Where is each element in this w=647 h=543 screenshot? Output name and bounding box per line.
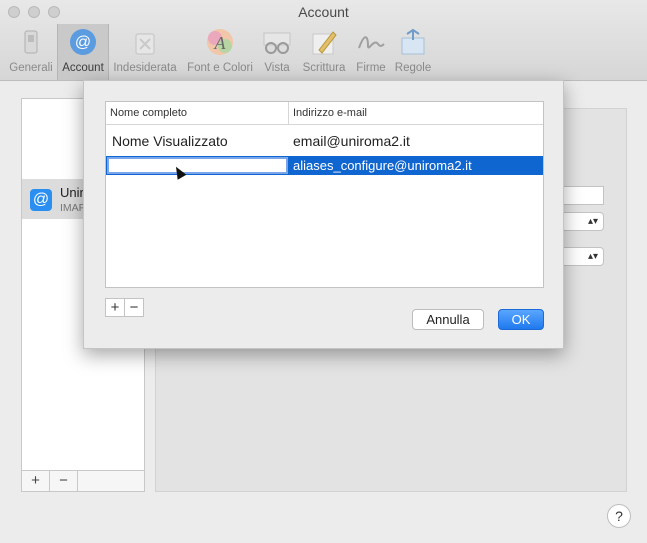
toolbar-item-font-colori[interactable]: A Font e Colori	[184, 24, 256, 80]
add-alias-button[interactable]: +	[105, 298, 125, 317]
svg-text:@: @	[75, 34, 91, 51]
ok-button[interactable]: OK	[498, 309, 544, 330]
cancel-button[interactable]: Annulla	[412, 309, 484, 330]
details-popup-2[interactable]: ▴▾	[560, 247, 604, 266]
toolbar-item-indesiderata[interactable]: Indesiderata	[112, 24, 178, 80]
toolbar-item-vista[interactable]: Vista	[260, 24, 294, 80]
toolbar-item-account[interactable]: @ Account	[57, 24, 109, 80]
at-icon: @	[68, 28, 98, 56]
junk-icon	[130, 28, 160, 56]
help-button[interactable]: ?	[607, 504, 631, 528]
cell-email: email@uniroma2.it	[293, 133, 410, 149]
aliases-table[interactable]: Nome completo Indirizzo e-mail Nome Visu…	[105, 101, 544, 288]
remove-account-button[interactable]: −	[50, 471, 78, 491]
alias-buttons: + −	[105, 298, 145, 317]
at-icon: @	[30, 189, 52, 211]
account-list-buttons: + −	[22, 470, 144, 491]
font-color-icon: A	[205, 28, 235, 56]
svg-text:A: A	[214, 33, 227, 53]
column-header-name[interactable]: Nome completo	[106, 102, 288, 124]
cell-email: aliases_configure@uniroma2.it	[293, 158, 472, 173]
toolbar-item-scrittura[interactable]: Scrittura	[300, 24, 348, 80]
toolbar-item-generali[interactable]: Generali	[8, 24, 54, 80]
account-name: Unir	[60, 185, 84, 200]
table-row-selected[interactable]: aliases_configure@uniroma2.it	[106, 156, 543, 175]
pencil-icon	[309, 28, 339, 56]
switch-icon	[16, 28, 46, 56]
details-popup[interactable]: ▴▾	[560, 212, 604, 231]
table-row[interactable]: Nome Visualizzato email@uniroma2.it	[106, 130, 543, 152]
rules-icon	[398, 28, 428, 56]
column-header-email[interactable]: Indirizzo e-mail	[288, 102, 543, 124]
remove-alias-button[interactable]: −	[124, 298, 144, 317]
table-header: Nome completo Indirizzo e-mail	[106, 102, 543, 125]
cell-name: Nome Visualizzato	[112, 133, 228, 149]
details-field[interactable]	[560, 186, 604, 205]
toolbar: Account Generali @ Account Indesiderata …	[0, 0, 647, 81]
signature-icon	[356, 28, 386, 56]
glasses-icon	[262, 28, 292, 56]
window-title: Account	[298, 4, 349, 20]
toolbar-item-regole[interactable]: Regole	[393, 24, 433, 80]
add-account-button[interactable]: +	[22, 471, 50, 491]
aliases-sheet: Nome completo Indirizzo e-mail Nome Visu…	[83, 80, 564, 349]
name-edit-field[interactable]	[107, 157, 288, 174]
toolbar-item-firme[interactable]: Firme	[354, 24, 388, 80]
account-type: IMAP	[60, 202, 86, 214]
preferences-window: Account Generali @ Account Indesiderata …	[0, 0, 647, 543]
